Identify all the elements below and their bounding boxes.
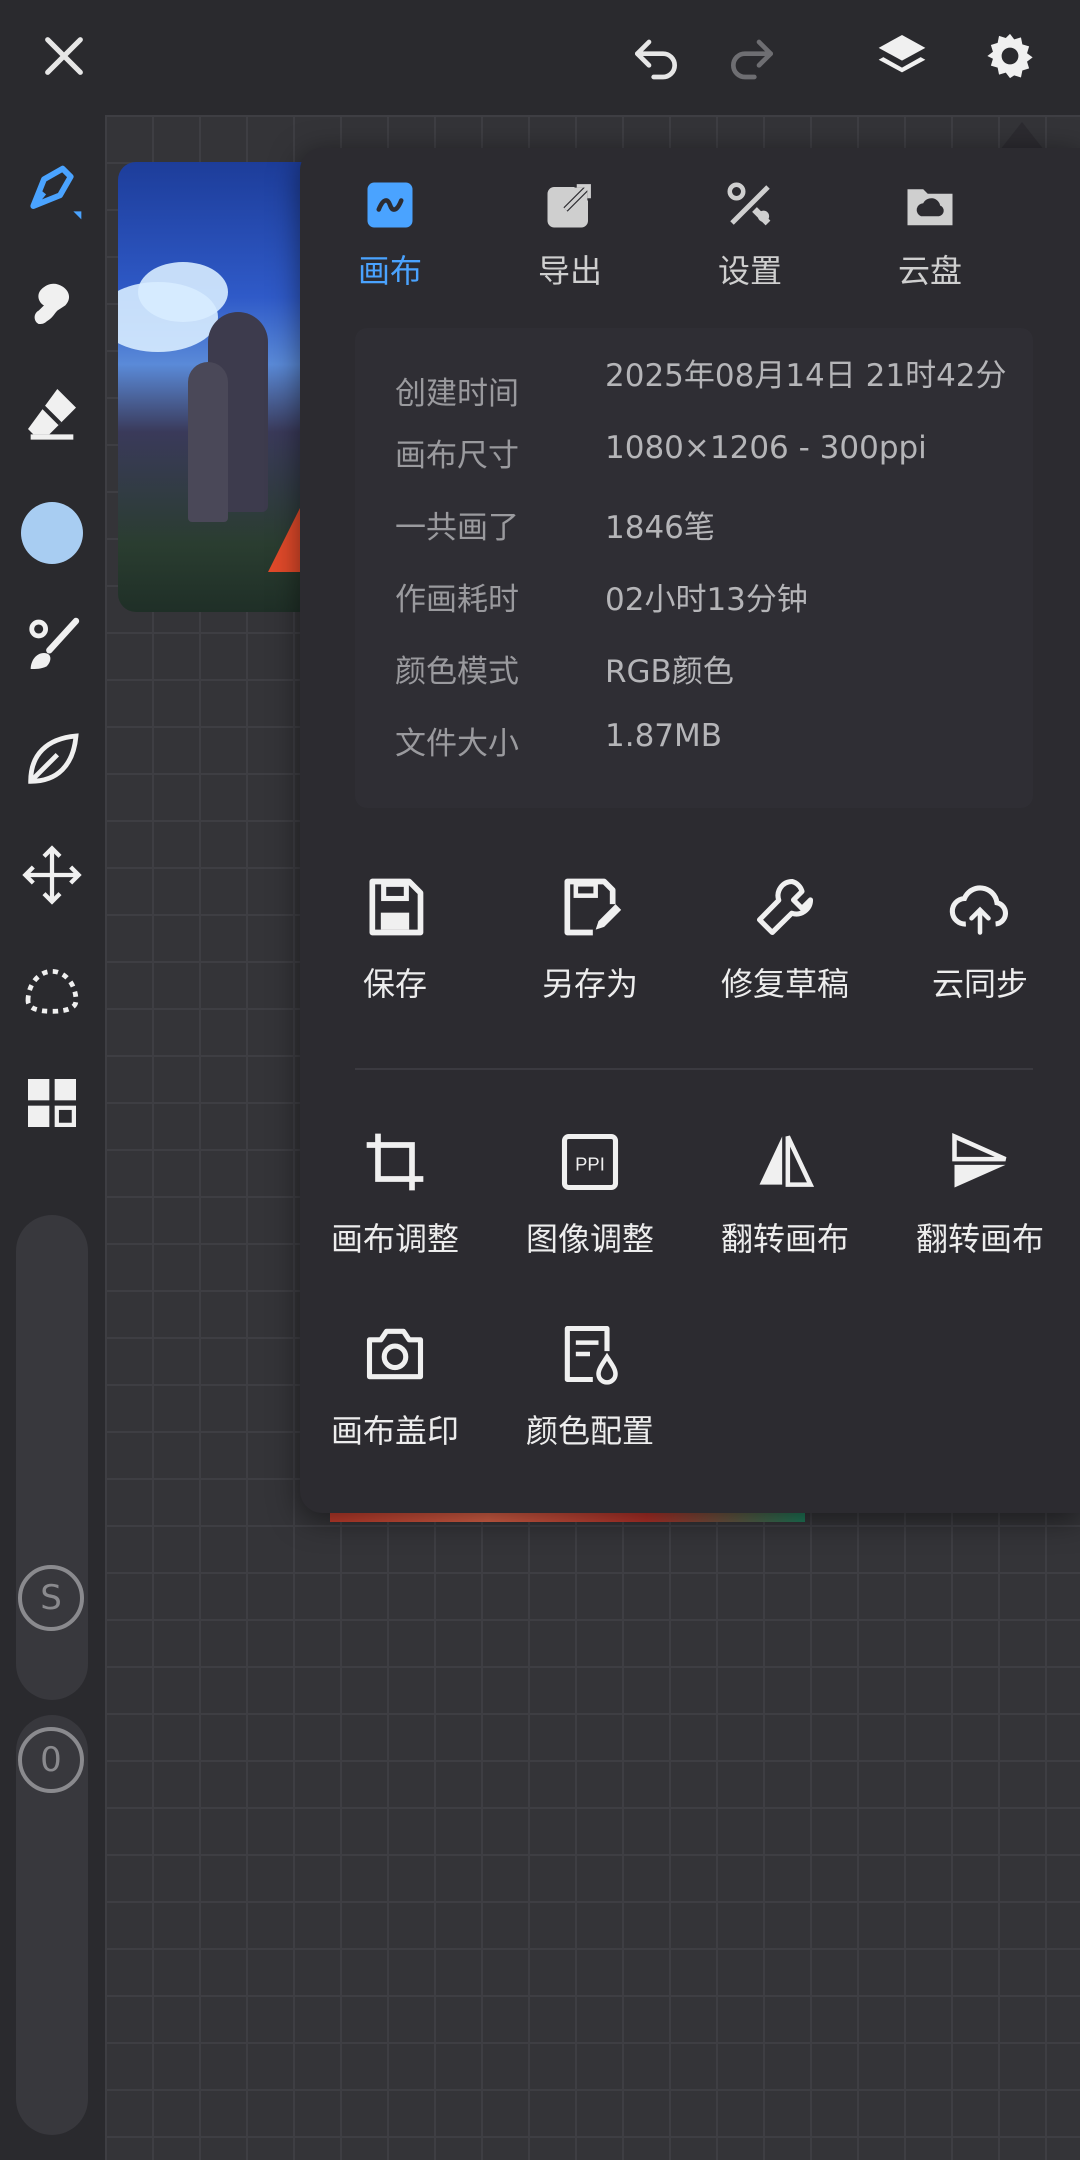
repair-draft-button[interactable]: 修复草稿 xyxy=(690,873,880,1005)
eraser-icon[interactable] xyxy=(12,373,92,453)
cloud-sync-icon xyxy=(949,885,1008,935)
tab-settings[interactable]: 设置 xyxy=(660,178,840,308)
canvas-adjust-button[interactable]: 画布调整 xyxy=(300,1128,490,1260)
gallery-grid-icon[interactable] xyxy=(12,1063,92,1143)
info-value: 2025年08月14日 21时42分 xyxy=(605,358,1007,394)
brush-size-slider[interactable]: S xyxy=(16,1215,88,1700)
artwork-preview xyxy=(118,162,318,612)
section-divider xyxy=(355,1068,1033,1070)
brush-icon[interactable] xyxy=(12,150,92,230)
tab-label: 导出 xyxy=(537,252,602,290)
save-as-icon xyxy=(564,878,622,936)
tab-export[interactable]: 导出 xyxy=(480,178,660,308)
close-icon[interactable] xyxy=(28,20,100,92)
size-slider-label: S xyxy=(40,1578,62,1618)
top-bar xyxy=(0,0,1080,115)
flip-vertical-icon xyxy=(952,1133,1007,1188)
action-label: 颜色配置 xyxy=(525,1412,654,1450)
info-key: 文件大小 xyxy=(395,726,519,762)
canvas-icon xyxy=(367,182,413,228)
action-label: 画布调整 xyxy=(330,1220,459,1258)
tab-cloud[interactable]: 云盘 xyxy=(840,178,1020,308)
panel-pointer xyxy=(1000,122,1044,150)
info-value: 1080×1206 - 300ppi xyxy=(605,430,927,466)
lasso-icon[interactable] xyxy=(12,950,92,1030)
camera-icon xyxy=(366,1328,424,1380)
save-icon xyxy=(369,878,424,936)
left-toolbar: S 0 xyxy=(0,115,105,2160)
tab-canvas[interactable]: 画布 xyxy=(300,178,480,308)
info-value: 1.87MB xyxy=(605,718,723,754)
info-key: 一共画了 xyxy=(395,510,519,546)
cloud-sync-button[interactable]: 云同步 xyxy=(885,873,1075,1005)
move-icon[interactable] xyxy=(12,835,92,915)
tools-icon xyxy=(727,182,771,226)
smudge-icon[interactable] xyxy=(12,260,92,340)
panel-tabs: 画布 导出 设置 云盘 xyxy=(300,178,1080,308)
info-key: 颜色模式 xyxy=(395,654,519,690)
color-swatch[interactable] xyxy=(12,493,92,573)
cloud-folder-icon xyxy=(907,189,953,226)
settings-icon[interactable] xyxy=(974,20,1046,92)
flip-canvas-horizontal-button[interactable]: 翻转画布 xyxy=(690,1128,880,1260)
info-value: RGB颜色 xyxy=(605,654,734,690)
leaf-icon[interactable] xyxy=(12,720,92,800)
crop-icon xyxy=(366,1133,424,1191)
ppi-icon: PPI xyxy=(561,1133,619,1191)
layers-icon[interactable] xyxy=(866,20,938,92)
canvas-menu-panel: 画布 导出 设置 云盘 创建时间 2025年08月14日 21时42分 画布尺寸… xyxy=(300,148,1080,1513)
flip-horizontal-icon xyxy=(759,1135,815,1187)
canvas-info-box: 创建时间 2025年08月14日 21时42分 画布尺寸 1080×1206 -… xyxy=(355,328,1033,808)
info-value: 1846笔 xyxy=(605,510,715,546)
brush-library-icon[interactable] xyxy=(12,605,92,685)
color-profile-icon xyxy=(564,1325,618,1385)
info-value: 02小时13分钟 xyxy=(605,582,808,618)
action-label: 翻转画布 xyxy=(720,1220,849,1258)
action-label: 另存为 xyxy=(541,965,638,1003)
color-profile-button[interactable]: 颜色配置 xyxy=(495,1320,685,1452)
canvas-stamp-button[interactable]: 画布盖印 xyxy=(300,1320,490,1452)
opacity-slider[interactable]: 0 xyxy=(16,1715,88,2135)
wrench-icon xyxy=(756,878,814,936)
action-label: 翻转画布 xyxy=(915,1220,1044,1258)
action-label: 修复草稿 xyxy=(720,965,849,1003)
brush-size-knob[interactable]: S xyxy=(18,1565,84,1631)
opacity-knob[interactable]: 0 xyxy=(18,1727,84,1793)
action-label: 保存 xyxy=(362,965,427,1003)
action-label: 云同步 xyxy=(931,965,1028,1003)
save-as-button[interactable]: 另存为 xyxy=(495,873,685,1005)
tab-label: 设置 xyxy=(717,252,782,290)
save-button[interactable]: 保存 xyxy=(300,873,490,1005)
flip-canvas-vertical-button[interactable]: 翻转画布 xyxy=(885,1128,1075,1260)
tab-label: 云盘 xyxy=(897,252,962,290)
redo-icon[interactable] xyxy=(716,20,788,92)
undo-icon[interactable] xyxy=(620,20,692,92)
export-icon xyxy=(547,181,594,228)
info-key: 画布尺寸 xyxy=(395,438,519,474)
image-adjust-button[interactable]: PPI 图像调整 xyxy=(495,1128,685,1260)
action-label: 画布盖印 xyxy=(330,1412,459,1450)
tab-label: 画布 xyxy=(357,252,422,290)
svg-text:PPI: PPI xyxy=(575,1154,605,1175)
info-key: 作画耗时 xyxy=(395,582,519,618)
opacity-slider-label: 0 xyxy=(40,1740,62,1780)
info-key: 创建时间 xyxy=(395,376,519,412)
action-label: 图像调整 xyxy=(525,1220,654,1258)
